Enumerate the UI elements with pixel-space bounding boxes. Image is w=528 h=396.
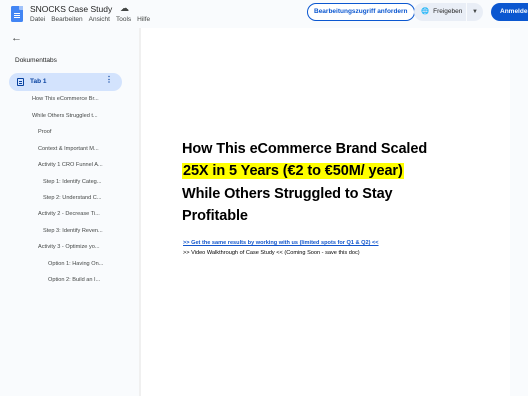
share-dropdown-chevron-icon[interactable]: ▼ xyxy=(467,3,483,21)
menu-bar: Datei Bearbeiten Ansicht Tools Hilfe xyxy=(30,16,150,23)
document-tabs-sidebar: ← Dokumenttabs Tab 1 ⋮ How This eCommerc… xyxy=(0,28,139,396)
outline-item[interactable]: How This eCommerce Br... xyxy=(32,96,99,102)
share-button[interactable]: 🌐 Freigeben xyxy=(414,3,466,21)
request-edit-access-button[interactable]: Bearbeitungszugriff anfordern xyxy=(307,3,415,21)
outline-item[interactable]: Activity 1 CRO Funnel A... xyxy=(38,162,103,168)
document-heading-line-highlighted: 25X in 5 Years (€2 to €50M/ year) xyxy=(182,163,404,179)
sidebar-title: Dokumenttabs xyxy=(15,57,57,64)
tab-label: Tab 1 xyxy=(30,78,47,85)
outline-item[interactable]: Step 2: Understand C... xyxy=(43,195,101,201)
document-tab-icon xyxy=(17,78,24,86)
outline-item[interactable]: Option 1: Having On... xyxy=(48,261,103,267)
document-heading-line: Profitable xyxy=(182,208,248,224)
sign-in-button[interactable]: Anmelden xyxy=(491,3,528,21)
outline-item[interactable]: Context & Important M... xyxy=(38,146,99,152)
globe-icon: 🌐 xyxy=(421,8,430,15)
google-docs-logo-icon[interactable] xyxy=(11,6,23,22)
outline-item[interactable]: Option 2: Build an I... xyxy=(48,277,100,283)
more-options-icon[interactable]: ⋮ xyxy=(105,75,113,84)
outline-item[interactable]: Proof xyxy=(38,129,51,135)
share-label: Freigeben xyxy=(433,8,463,15)
menu-help[interactable]: Hilfe xyxy=(137,16,150,23)
menu-file[interactable]: Datei xyxy=(30,16,45,23)
cloud-saved-icon[interactable]: ☁ xyxy=(120,3,129,14)
top-bar: SNOCKS Case Study ☁ Datei Bearbeiten Ans… xyxy=(0,0,528,28)
video-note: >> Video Walkthrough of Case Study << (C… xyxy=(183,250,360,256)
outline-item[interactable]: Activity 2 - Decrease Ti... xyxy=(38,211,100,217)
cta-link[interactable]: >> Get the same results by working with … xyxy=(183,240,379,246)
outline-item[interactable]: While Others Struggled t... xyxy=(32,113,98,119)
menu-view[interactable]: Ansicht xyxy=(89,16,110,23)
menu-edit[interactable]: Bearbeiten xyxy=(51,16,82,23)
highlighted-text: 25X in 5 Years (€2 to €50M/ year) xyxy=(182,163,404,179)
scrollbar-gutter[interactable] xyxy=(510,28,528,396)
back-arrow-icon[interactable]: ← xyxy=(11,32,22,44)
outline-item[interactable]: Step 3: Identify Reven... xyxy=(43,228,103,234)
document-heading-line: While Others Struggled to Stay xyxy=(182,186,393,202)
document-heading-line: How This eCommerce Brand Scaled xyxy=(182,141,428,157)
outline-item[interactable]: Activity 3 - Optimize yo... xyxy=(38,244,100,250)
tab-item-active[interactable]: Tab 1 ⋮ xyxy=(9,73,122,91)
outline-item[interactable]: Step 1: Identify Categ... xyxy=(43,179,101,185)
menu-tools[interactable]: Tools xyxy=(116,16,131,23)
document-title[interactable]: SNOCKS Case Study xyxy=(30,4,112,14)
